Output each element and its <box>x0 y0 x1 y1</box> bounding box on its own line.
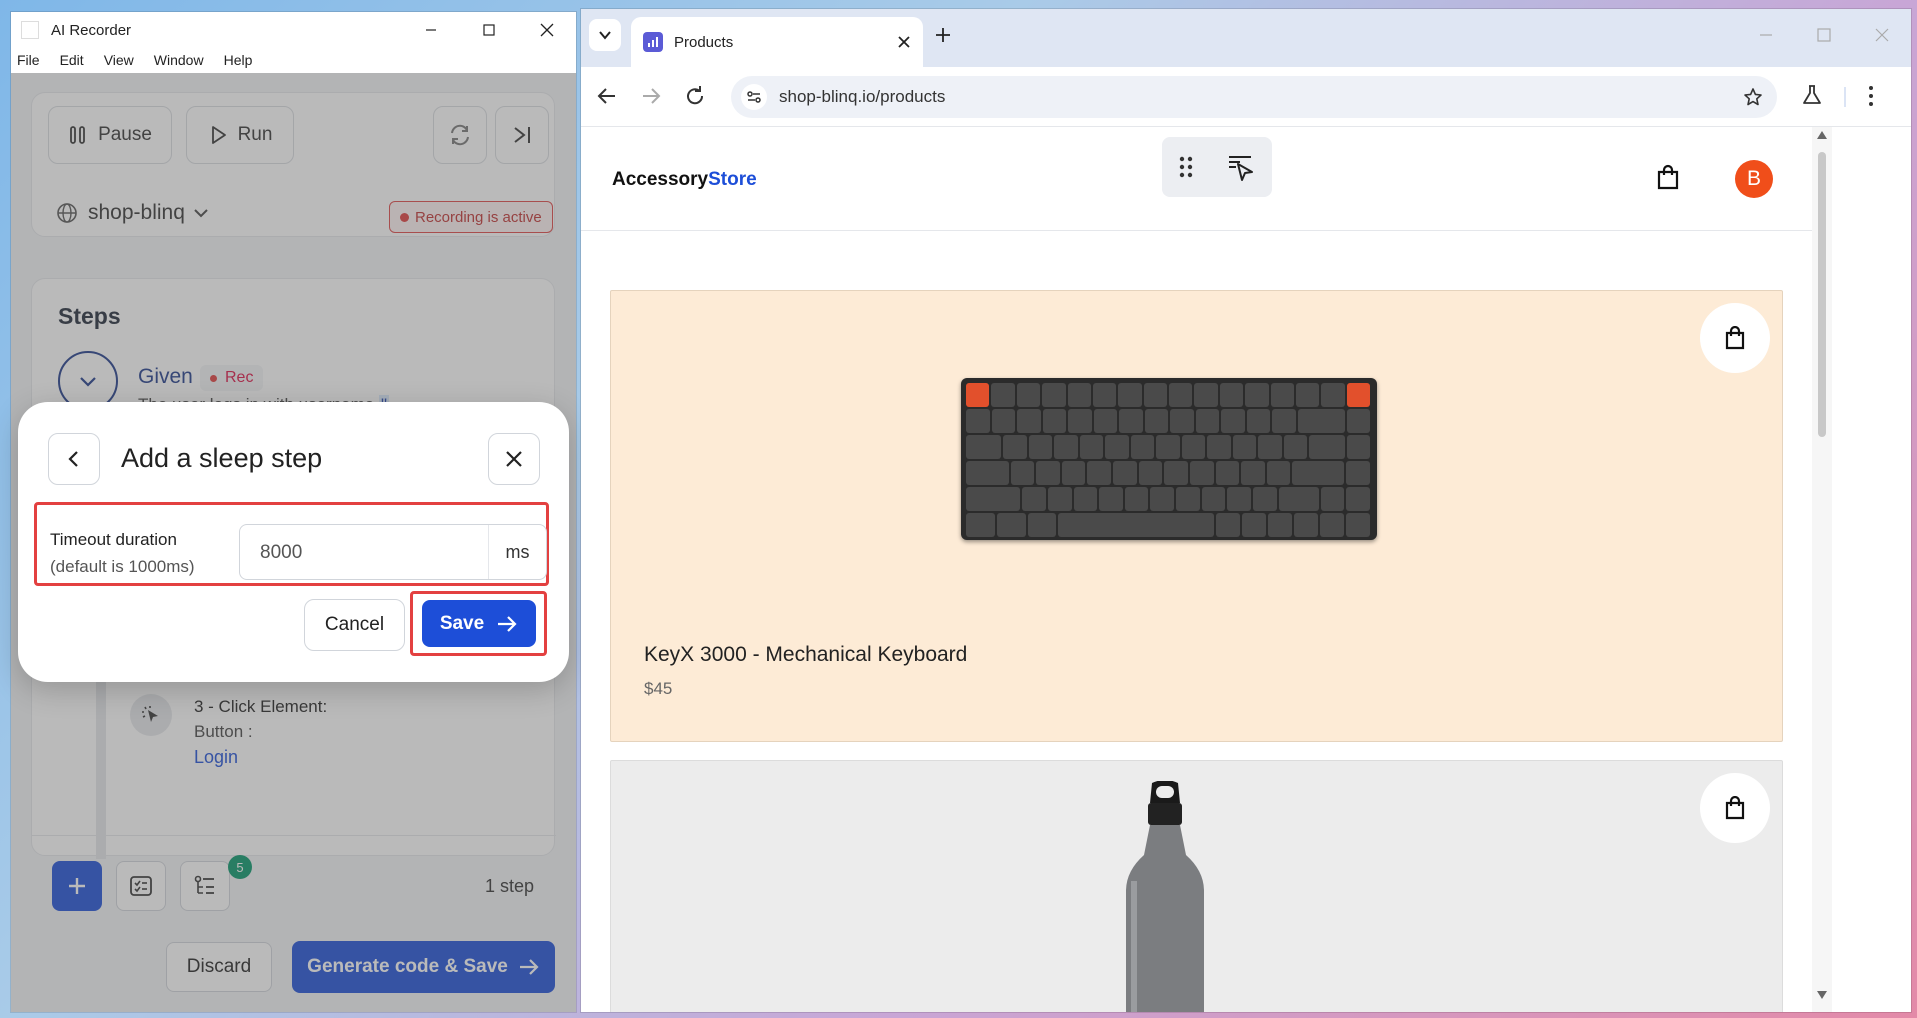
shopping-bag-icon <box>1725 326 1745 350</box>
browser-close-button[interactable] <box>1853 9 1911 61</box>
menu-view[interactable]: View <box>104 52 134 68</box>
sleep-step-dialog: Add a sleep step Timeout duration (defau… <box>18 402 569 682</box>
menu-window[interactable]: Window <box>154 52 204 68</box>
app-logo-icon <box>21 21 39 39</box>
close-window-button[interactable] <box>518 12 576 48</box>
product-price: $45 <box>644 679 673 698</box>
shopping-bag-icon <box>1725 796 1745 820</box>
url-text: shop-blinq.io/products <box>779 87 946 106</box>
close-dialog-button[interactable] <box>488 433 540 485</box>
product-card[interactable]: KeyX 3000 - Mechanical Keyboard $45 <box>610 290 1783 742</box>
brand-suffix: Store <box>708 169 757 190</box>
timeout-field-highlight: Timeout duration (default is 1000ms) 800… <box>34 502 549 586</box>
forward-icon[interactable] <box>639 84 663 108</box>
bookmark-star-icon[interactable] <box>1743 87 1763 107</box>
site-info-icon[interactable] <box>741 84 767 110</box>
keyboard-product-image <box>961 378 1377 540</box>
timeout-value: 8000 <box>260 542 303 563</box>
tab-products[interactable]: Products <box>631 17 923 67</box>
close-icon <box>506 451 522 467</box>
app-titlebar: AI Recorder <box>11 12 576 48</box>
web-page: AccessoryStore B KeyX 3000 - Mechanical … <box>581 127 1911 1012</box>
scrollbar-thumb[interactable] <box>1818 152 1826 437</box>
menu-edit[interactable]: Edit <box>60 52 84 68</box>
back-button[interactable] <box>48 433 100 485</box>
cancel-button[interactable]: Cancel <box>304 599 405 651</box>
site-favicon-icon <box>643 32 663 52</box>
chevron-left-icon <box>68 451 78 467</box>
scroll-down-icon[interactable] <box>1817 991 1827 999</box>
more-menu-icon[interactable] <box>1867 84 1875 108</box>
save-label: Save <box>439 612 485 634</box>
user-avatar[interactable]: B <box>1735 160 1773 198</box>
app-title: AI Recorder <box>51 21 132 39</box>
timeout-input[interactable]: 8000 ms <box>239 524 547 580</box>
tab-title: Products <box>674 33 734 51</box>
shopping-bag-icon[interactable] <box>1656 164 1680 190</box>
water-bottle-product-image <box>1126 781 1204 1012</box>
reload-icon[interactable] <box>683 84 707 108</box>
scroll-up-icon[interactable] <box>1817 131 1827 139</box>
toolbar-divider <box>1844 87 1846 107</box>
save-button[interactable]: Save <box>422 600 536 647</box>
page-scrollbar[interactable] <box>1812 127 1832 1012</box>
product-card[interactable] <box>610 760 1783 1012</box>
store-logo[interactable]: AccessoryStore <box>612 169 757 191</box>
inspect-pointer-icon[interactable] <box>1226 152 1256 182</box>
tab-search-button[interactable] <box>589 19 621 51</box>
brand-prefix: Accessory <box>612 169 709 190</box>
maximize-button[interactable] <box>460 12 518 48</box>
drag-handle-icon[interactable] <box>1178 155 1194 179</box>
timeout-hint: (default is 1000ms) <box>50 557 195 576</box>
browser-maximize-button[interactable] <box>1795 9 1853 61</box>
product-name[interactable]: KeyX 3000 - Mechanical Keyboard <box>644 643 967 667</box>
tab-strip: Products <box>581 9 1911 67</box>
arrow-right-icon <box>498 615 517 632</box>
recorder-overlay-tools <box>1162 137 1272 197</box>
menu-file[interactable]: File <box>17 52 40 68</box>
menu-help[interactable]: Help <box>224 52 253 68</box>
dialog-title: Add a sleep step <box>121 443 323 473</box>
save-button-highlight: Save <box>410 591 547 656</box>
labs-flask-icon[interactable] <box>1801 84 1823 106</box>
timeout-unit: ms <box>488 525 546 579</box>
browser-window: Products shop-blinq.io/products Accessor… <box>581 9 1911 1012</box>
add-to-cart-button[interactable] <box>1700 773 1770 843</box>
close-tab-icon[interactable] <box>897 35 911 49</box>
browser-minimize-button[interactable] <box>1737 9 1795 61</box>
site-header: AccessoryStore B <box>581 127 1812 231</box>
timeout-label: Timeout duration <box>50 530 177 549</box>
minimize-button[interactable] <box>402 12 460 48</box>
chevron-down-icon <box>599 31 611 40</box>
menubar: File Edit View Window Help <box>11 48 576 72</box>
back-icon[interactable] <box>595 84 619 108</box>
add-to-cart-button[interactable] <box>1700 303 1770 373</box>
omnibox[interactable]: shop-blinq.io/products <box>731 76 1777 118</box>
new-tab-icon[interactable] <box>933 25 953 45</box>
address-bar-row: shop-blinq.io/products <box>581 67 1911 127</box>
